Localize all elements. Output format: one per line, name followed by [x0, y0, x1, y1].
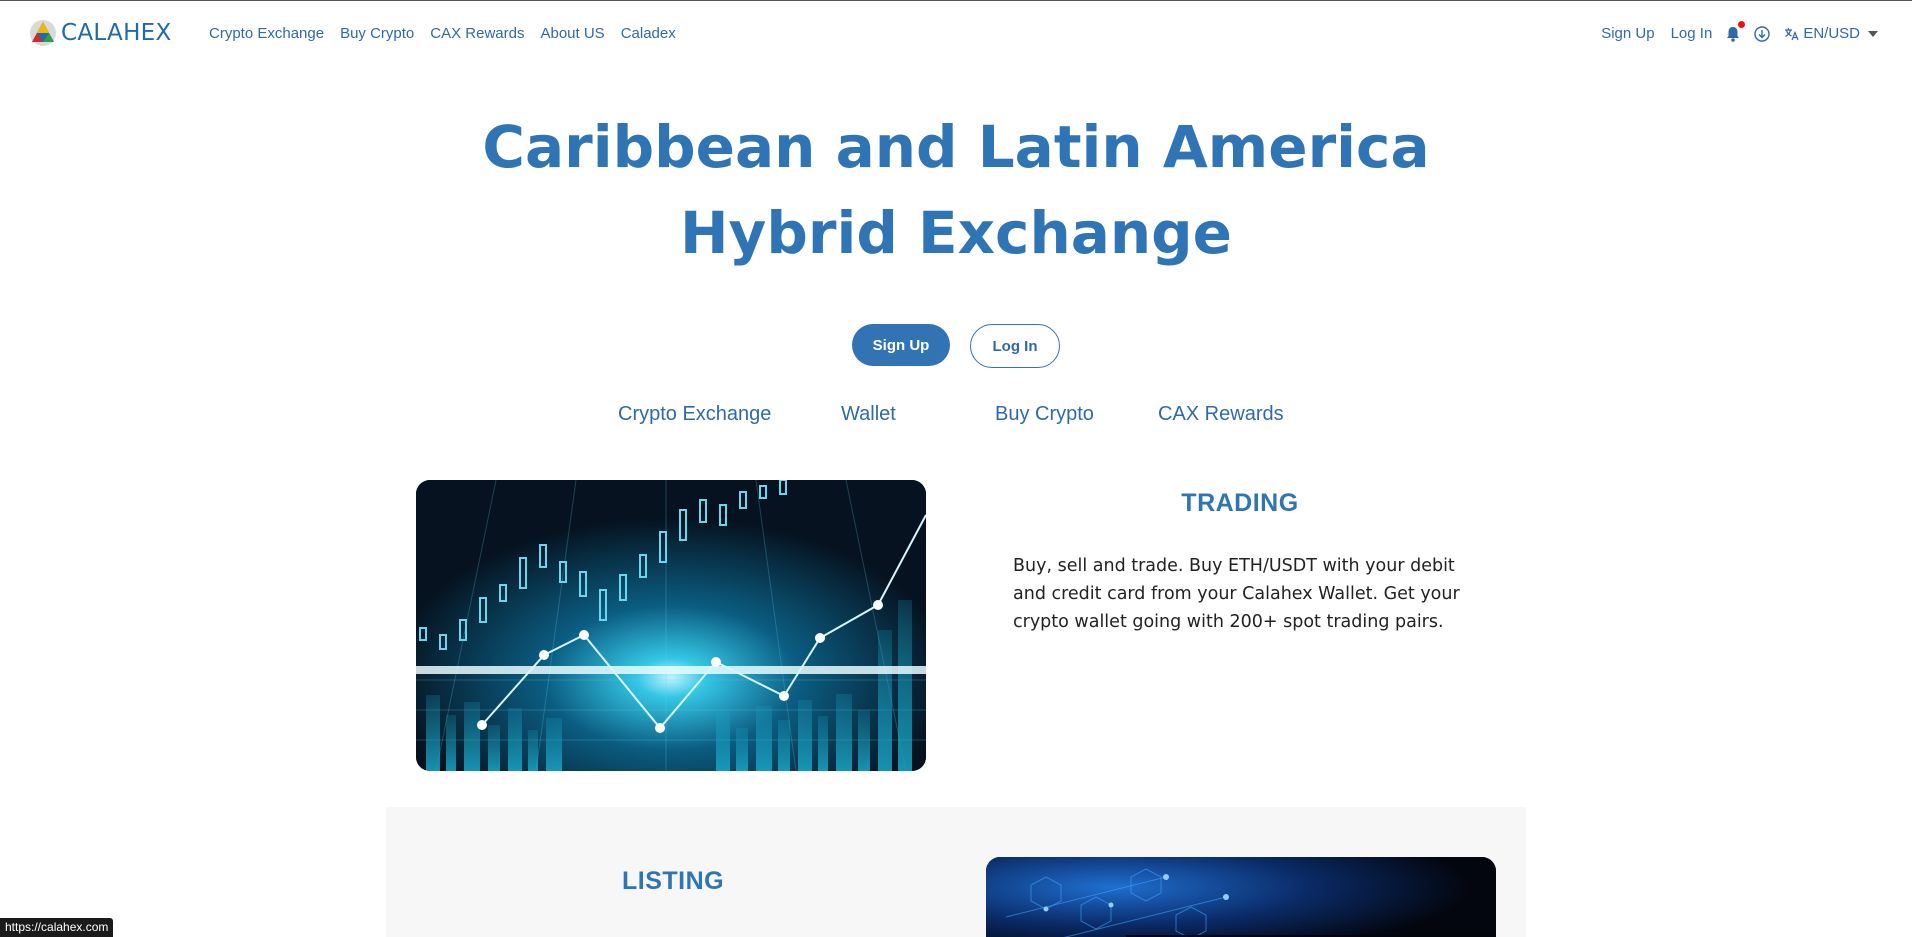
brand-name: CALAHEX — [61, 20, 172, 46]
header-signup-link[interactable]: Sign Up — [1601, 25, 1654, 42]
header-actions: Sign Up Log In EN/USD — [1585, 20, 1878, 42]
nav-caladex[interactable]: Caladex — [621, 25, 676, 42]
tab-wallet[interactable]: Wallet — [841, 403, 896, 426]
hero-signup-button[interactable]: Sign Up — [852, 324, 950, 366]
translate-icon — [1785, 27, 1799, 40]
notification-badge — [1738, 20, 1746, 28]
listing-illustration — [986, 857, 1496, 937]
listing-heading: LISTING — [622, 867, 725, 895]
brand-logo[interactable]: CALAHEX — [29, 19, 172, 47]
main-nav: Crypto Exchange Buy Crypto CAX Rewards A… — [209, 25, 692, 42]
language-label: EN/USD — [1803, 25, 1860, 42]
status-bar-url: https://calahex.com — [0, 918, 114, 937]
tab-crypto-exchange[interactable]: Crypto Exchange — [618, 403, 771, 426]
language-currency-selector[interactable]: EN/USD — [1784, 25, 1878, 42]
download-circle-icon — [1754, 25, 1771, 42]
trading-heading: TRADING — [1181, 489, 1299, 517]
trading-description: Buy, sell and trade. Buy ETH/USDT with y… — [1013, 556, 1460, 632]
tab-buy-crypto[interactable]: Buy Crypto — [995, 403, 1094, 426]
hero-title-line-1: Caribbean and Latin America — [482, 113, 1430, 181]
download-button[interactable] — [1754, 25, 1771, 42]
nav-buy-crypto[interactable]: Buy Crypto — [340, 25, 414, 42]
nav-crypto-exchange[interactable]: Crypto Exchange — [209, 25, 324, 42]
hero-cta-group: Sign Up Log In — [0, 324, 1912, 368]
site-header: CALAHEX Crypto Exchange Buy Crypto CAX R… — [0, 1, 1912, 67]
listing-section: LISTING — [386, 807, 1526, 937]
tab-cax-rewards[interactable]: CAX Rewards — [1158, 403, 1284, 426]
hero-login-button[interactable]: Log In — [970, 324, 1060, 368]
notification-button[interactable] — [1726, 20, 1746, 42]
chevron-down-icon — [1868, 30, 1878, 37]
calahex-logo-icon — [30, 20, 56, 46]
network-hexagon-graphic — [986, 857, 1496, 937]
header-login-link[interactable]: Log In — [1671, 25, 1713, 42]
bell-icon — [1727, 26, 1740, 42]
nav-cax-rewards[interactable]: CAX Rewards — [430, 25, 524, 42]
hero-title-line-2: Hybrid Exchange — [679, 199, 1233, 267]
nav-about-us[interactable]: About US — [540, 25, 604, 42]
hero-title: Caribbean and Latin America Hybrid Excha… — [0, 104, 1912, 276]
trading-illustration — [416, 480, 926, 771]
trading-chart-graphic — [416, 480, 926, 771]
